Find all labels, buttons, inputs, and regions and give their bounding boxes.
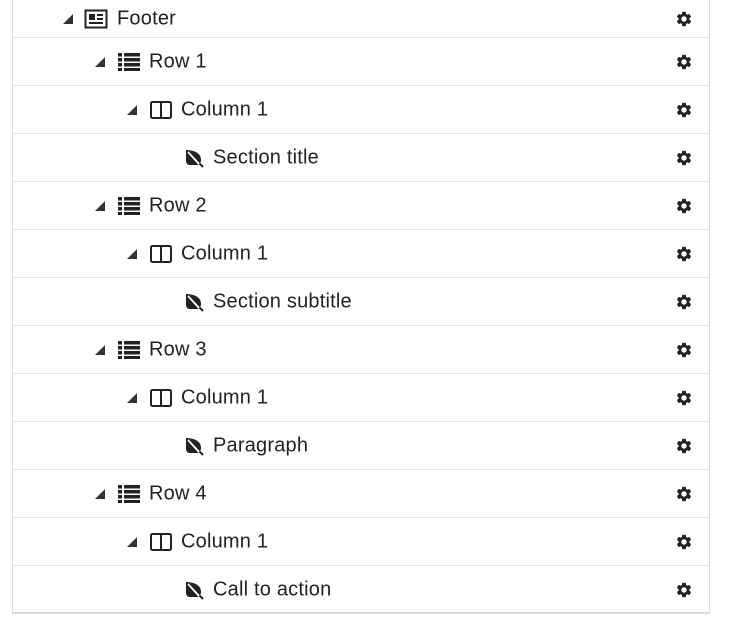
tree-item-row[interactable]: Row 2 <box>13 182 709 230</box>
tree-item-label: Row 4 <box>149 482 207 504</box>
settings-gear-icon[interactable] <box>675 101 693 119</box>
tree-item-label: Section title <box>213 146 319 168</box>
tree-item-label: Row 3 <box>149 338 207 360</box>
tree-item-label: Column 1 <box>181 530 269 552</box>
settings-gear-icon[interactable] <box>675 437 693 455</box>
expand-caret-icon[interactable] <box>127 104 137 115</box>
settings-gear-icon[interactable] <box>675 197 693 215</box>
expand-caret-icon[interactable] <box>95 56 105 67</box>
settings-gear-icon[interactable] <box>675 245 693 263</box>
tree-item-column[interactable]: Column 1 <box>13 230 709 278</box>
leaf-icon <box>184 148 204 168</box>
settings-gear-icon[interactable] <box>675 341 693 359</box>
column-icon <box>150 100 172 119</box>
expand-caret-icon[interactable] <box>63 13 73 24</box>
tree-item-label: Row 2 <box>149 194 207 216</box>
tree-item-label: Column 1 <box>181 386 269 408</box>
settings-gear-icon[interactable] <box>675 533 693 551</box>
list-icon <box>118 196 140 215</box>
tree-item-row[interactable]: Row 4 <box>13 470 709 518</box>
tree-item-label: Column 1 <box>181 98 269 120</box>
tree-item-label: Paragraph <box>213 434 309 456</box>
expand-caret-icon[interactable] <box>95 344 105 355</box>
list-icon <box>118 52 140 71</box>
settings-gear-icon[interactable] <box>675 10 693 28</box>
settings-gear-icon[interactable] <box>675 53 693 71</box>
list-icon <box>118 340 140 359</box>
tree-item-element[interactable]: Section subtitle <box>13 278 709 326</box>
column-icon <box>150 388 172 407</box>
tree-item-column[interactable]: Column 1 <box>13 518 709 566</box>
settings-gear-icon[interactable] <box>675 293 693 311</box>
expand-caret-icon[interactable] <box>95 488 105 499</box>
column-icon <box>150 244 172 263</box>
tree-item-element[interactable]: Paragraph <box>13 422 709 470</box>
expand-caret-icon[interactable] <box>127 392 137 403</box>
column-icon <box>150 532 172 551</box>
tree-item-row[interactable]: Row 1 <box>13 38 709 86</box>
section-icon <box>84 9 108 29</box>
settings-gear-icon[interactable] <box>675 581 693 599</box>
tree-item-row[interactable]: Row 3 <box>13 326 709 374</box>
list-icon <box>118 484 140 503</box>
tree-item-element[interactable]: Call to action <box>13 566 709 614</box>
expand-caret-icon[interactable] <box>127 248 137 259</box>
expand-caret-icon[interactable] <box>127 536 137 547</box>
structure-tree: Footer Row 1 Column 1 Section title Row … <box>12 0 710 614</box>
settings-gear-icon[interactable] <box>675 149 693 167</box>
tree-item-label: Column 1 <box>181 242 269 264</box>
leaf-icon <box>184 292 204 312</box>
expand-caret-icon[interactable] <box>95 200 105 211</box>
tree-item-label: Row 1 <box>149 50 207 72</box>
settings-gear-icon[interactable] <box>675 485 693 503</box>
leaf-icon <box>184 580 204 600</box>
tree-item-footer[interactable]: Footer <box>13 0 709 38</box>
tree-item-column[interactable]: Column 1 <box>13 86 709 134</box>
tree-item-column[interactable]: Column 1 <box>13 374 709 422</box>
tree-item-label: Footer <box>117 7 177 29</box>
settings-gear-icon[interactable] <box>675 389 693 407</box>
tree-item-label: Call to action <box>213 578 332 601</box>
tree-item-element[interactable]: Section title <box>13 134 709 182</box>
tree-item-label: Section subtitle <box>213 290 352 312</box>
leaf-icon <box>184 436 204 456</box>
